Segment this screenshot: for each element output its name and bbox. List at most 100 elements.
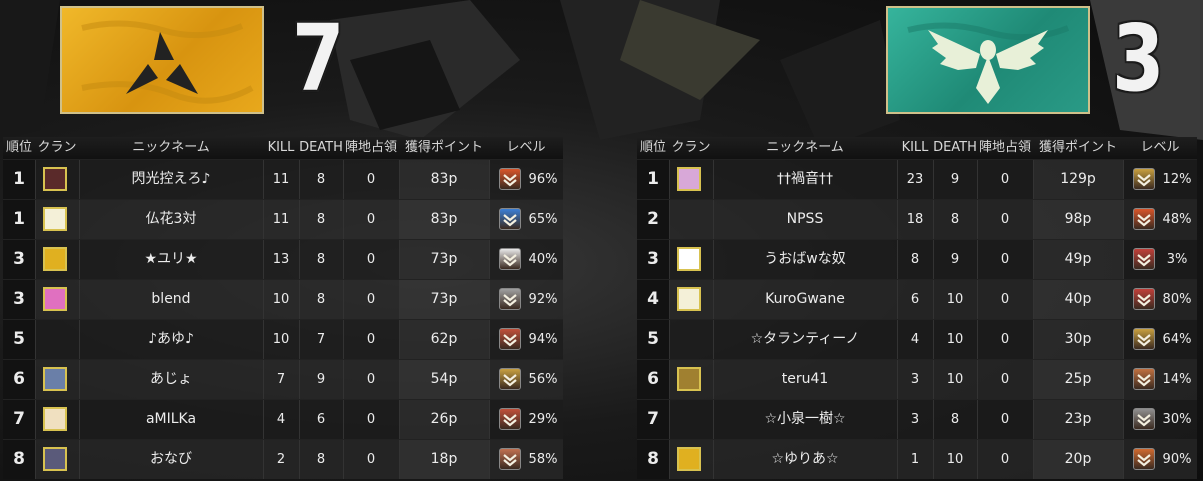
column-divider: [933, 440, 934, 479]
column-divider: [1033, 320, 1034, 359]
player-row: 7 aMILKa 4 6 0 26p 29%: [3, 399, 563, 439]
player-level-percent: 58%: [528, 452, 558, 467]
scoreboard-left: 順位 クラン ニックネーム KILL DEATH 陣地占領 獲得ポイント レベル…: [3, 137, 563, 479]
column-divider: [263, 440, 264, 479]
column-divider: [343, 320, 344, 359]
silhouette-icon: [43, 207, 67, 231]
column-divider: [263, 240, 264, 279]
player-row: 1 ††禍音†† 23 9 0 129p 12%: [637, 159, 1197, 199]
player-nickname: ☆小泉一樹☆: [764, 411, 846, 427]
header-points: 獲得ポイント: [404, 140, 483, 155]
player-nickname: 仏花3対: [145, 211, 197, 227]
player-deaths: 8: [316, 292, 326, 307]
column-divider: [933, 240, 934, 279]
header-capture: 陣地占領: [344, 140, 397, 155]
column-divider: [1033, 280, 1034, 319]
player-rank: 3: [3, 280, 35, 319]
column-divider: [713, 400, 714, 439]
dark-figure-icon: [43, 447, 67, 471]
column-divider: [713, 240, 714, 279]
column-divider: [399, 320, 400, 359]
player-rank: 6: [3, 360, 35, 399]
player-nickname: NPSS: [786, 211, 824, 227]
column-divider: [399, 240, 400, 279]
column-divider: [263, 360, 264, 399]
column-divider: [299, 440, 300, 479]
column-divider: [489, 440, 490, 479]
player-level-percent: 65%: [528, 212, 558, 227]
blank-white-icon: [677, 247, 701, 271]
column-divider: [669, 200, 670, 239]
header-capture: 陣地占領: [978, 140, 1031, 155]
column-divider: [897, 280, 898, 319]
column-divider: [35, 400, 36, 439]
column-divider: [299, 400, 300, 439]
player-deaths: 6: [316, 412, 326, 427]
player-nickname: ★ユリ★: [144, 251, 198, 267]
player-level-percent: 29%: [528, 412, 558, 427]
column-divider: [897, 200, 898, 239]
column-divider: [263, 160, 264, 199]
column-divider: [1033, 160, 1034, 199]
header-nick: ニックネーム: [132, 140, 210, 155]
column-divider: [489, 280, 490, 319]
player-capture: 0: [1000, 452, 1010, 467]
column-divider: [299, 200, 300, 239]
player-capture: 0: [366, 452, 376, 467]
column-divider: [79, 360, 80, 399]
player-nickname: ☆タランティーノ: [750, 331, 860, 347]
rank-insignia-icon: [499, 208, 521, 230]
player-rank: 8: [3, 440, 35, 479]
player-nickname: KuroGwane: [765, 291, 845, 307]
player-nickname: おなび: [150, 451, 192, 467]
player-rank: 7: [3, 400, 35, 439]
column-divider: [399, 280, 400, 319]
column-divider: [299, 360, 300, 399]
player-kills: 3: [910, 372, 920, 387]
column-divider: [489, 360, 490, 399]
column-divider: [489, 200, 490, 239]
column-divider: [489, 320, 490, 359]
player-capture: 0: [1000, 212, 1010, 227]
player-rank: 8: [637, 440, 669, 479]
player-row: 7 ☆小泉一樹☆ 3 8 0 23p 30%: [637, 399, 1197, 439]
player-level-percent: 64%: [1162, 332, 1192, 347]
player-level-percent: 3%: [1166, 252, 1188, 267]
column-divider: [263, 320, 264, 359]
header-rank: 順位: [5, 140, 32, 155]
column-divider: [35, 320, 36, 359]
column-divider: [1123, 320, 1124, 359]
column-divider: [35, 360, 36, 399]
column-divider: [897, 400, 898, 439]
rank-insignia-icon: [499, 368, 521, 390]
player-kills: 11: [272, 212, 290, 227]
column-divider: [713, 200, 714, 239]
player-deaths: 8: [316, 172, 326, 187]
column-divider: [489, 160, 490, 199]
header-clan: クラン: [37, 140, 77, 155]
player-level-percent: 92%: [528, 292, 558, 307]
rank-insignia-icon: [1133, 288, 1155, 310]
bh-logo-icon: [43, 247, 67, 271]
player-deaths: 10: [946, 372, 964, 387]
column-divider: [933, 200, 934, 239]
player-nickname: あじょ: [150, 371, 192, 387]
column-divider: [897, 320, 898, 359]
column-divider: [263, 200, 264, 239]
rank-insignia-icon: [1133, 328, 1155, 350]
player-level-percent: 30%: [1162, 412, 1192, 427]
player-nickname: ††禍音††: [777, 171, 833, 187]
column-divider: [977, 440, 978, 479]
player-points: 23p: [1033, 400, 1123, 439]
rank-insignia-icon: [1133, 208, 1155, 230]
kanji-sword-icon: [43, 407, 67, 431]
column-divider: [299, 280, 300, 319]
column-divider: [977, 200, 978, 239]
player-row: 8 ☆ゆりあ☆ 1 10 0 20p 90%: [637, 439, 1197, 479]
column-divider: [713, 440, 714, 479]
column-divider: [977, 320, 978, 359]
player-nickname: blend: [151, 291, 191, 307]
player-kills: 13: [272, 252, 290, 267]
player-deaths: 8: [950, 412, 960, 427]
column-divider: [669, 280, 670, 319]
